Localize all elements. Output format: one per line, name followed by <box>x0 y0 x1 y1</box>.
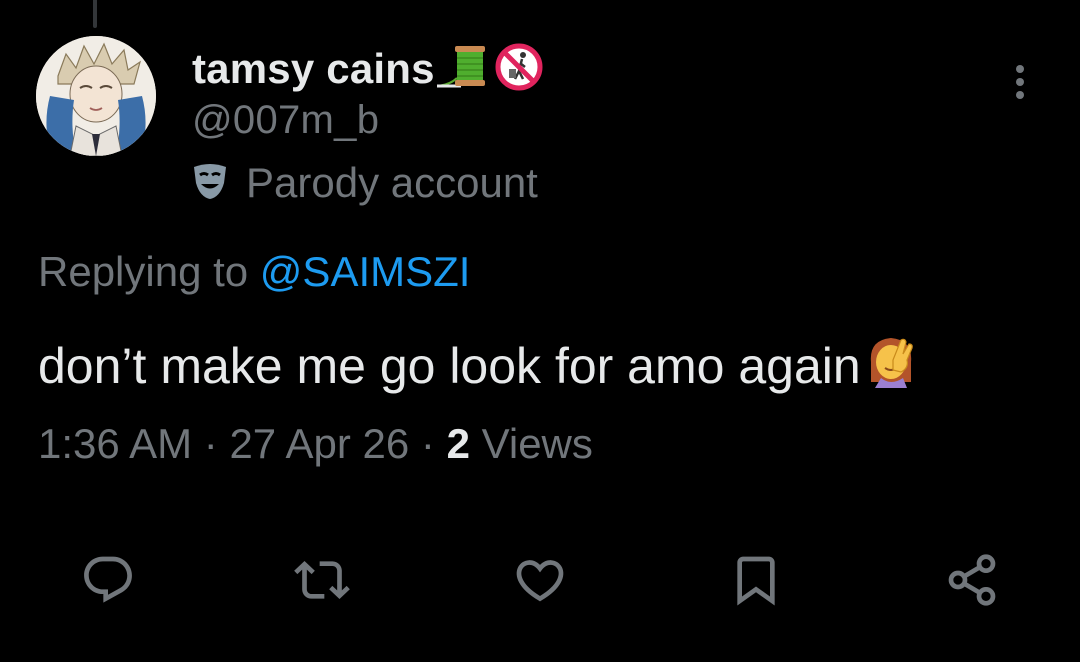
tweet-body: don’t make me go look for amo again <box>38 332 919 400</box>
meta-separator: · <box>192 420 230 467</box>
share-button[interactable] <box>940 548 1004 612</box>
more-dot <box>1016 78 1024 86</box>
theater-mask-icon <box>190 161 230 206</box>
avatar[interactable] <box>36 36 156 156</box>
replying-to-line: Replying to @SAIMSZI <box>38 248 470 296</box>
like-button[interactable] <box>508 548 572 612</box>
more-dot <box>1016 91 1024 99</box>
face-palm-icon <box>863 332 919 400</box>
no-littering-icon <box>495 43 543 96</box>
like-icon <box>516 560 564 602</box>
tweet-meta: 1:36 AM · 27 Apr 26 · 2 Views <box>38 420 593 468</box>
tweet-time[interactable]: 1:36 AM <box>38 420 192 467</box>
parody-label: Parody account <box>246 159 538 206</box>
views-count: 2 <box>446 420 470 467</box>
reply-mention-link[interactable]: @SAIMSZI <box>260 248 471 295</box>
thread-connector-line <box>93 0 97 28</box>
tweet-text: don’t make me go look for amo again <box>38 338 861 394</box>
reply-button[interactable] <box>76 548 140 612</box>
views-label: Views <box>469 420 593 467</box>
avatar-image <box>36 36 156 156</box>
thread-spool-icon <box>436 44 493 95</box>
tweet-date[interactable]: 27 Apr 26 <box>229 420 409 467</box>
more-dot <box>1016 65 1024 73</box>
bookmark-button[interactable] <box>724 548 788 612</box>
author-handle[interactable]: @007m_b <box>192 98 379 143</box>
retweet-icon <box>294 561 350 599</box>
retweet-button[interactable] <box>290 548 354 612</box>
share-icon <box>948 554 996 606</box>
author-name-row[interactable]: tamsy cains <box>192 43 543 96</box>
bookmark-icon <box>737 556 775 606</box>
parody-badge: Parody account <box>190 158 538 208</box>
reply-icon <box>84 556 132 603</box>
replying-to-prefix: Replying to <box>38 248 260 295</box>
more-options-button[interactable] <box>998 60 1042 104</box>
meta-separator: · <box>409 420 447 467</box>
author-display-name[interactable]: tamsy cains <box>192 45 435 93</box>
